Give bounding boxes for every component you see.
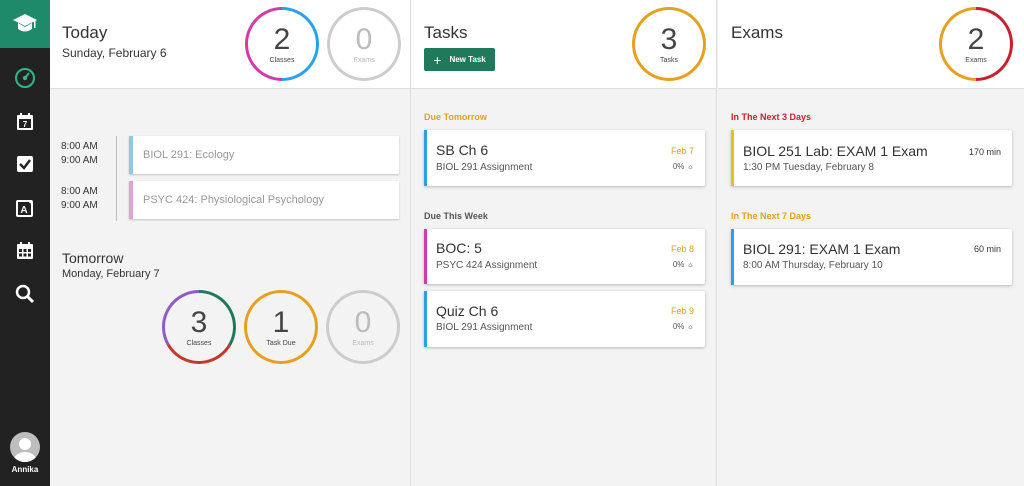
progress-icon: ☼: [686, 162, 694, 171]
task-title: Quiz Ch 6: [436, 303, 499, 319]
task-subtitle: PSYC 424 Assignment: [436, 260, 538, 271]
exam-title: BIOL 291: EXAM 1 Exam: [743, 241, 901, 257]
search-icon[interactable]: [0, 276, 50, 312]
today-column: Today Sunday, February 6 2 Classes 0 Exams…: [50, 0, 411, 486]
exam-card[interactable]: BIOL 251 Lab: EXAM 1 Exam 1:30 PM Tuesda…: [731, 130, 1012, 186]
progress-icon: ☼: [686, 322, 694, 331]
tomorrow-exams-count: 0: [354, 305, 372, 339]
tasks-count-ring[interactable]: 3 Tasks: [632, 7, 706, 81]
today-exams-ring[interactable]: 0 Exams: [327, 7, 401, 81]
timeline-line: [116, 136, 117, 221]
plus-icon: +: [433, 51, 442, 68]
class-name: PSYC 424: Physiological Psychology: [143, 194, 324, 206]
avatar[interactable]: [10, 432, 40, 462]
today-classes-count: 2: [273, 22, 291, 56]
class-card[interactable]: BIOL 291: Ecology: [129, 136, 399, 174]
section-label: In The Next 3 Days: [731, 112, 812, 122]
task-title: BOC: 5: [436, 240, 482, 256]
exams-count-label: Exams: [965, 56, 987, 64]
tasks-count-label: Tasks: [660, 56, 678, 64]
tomorrow-tasks-count: 1: [272, 305, 290, 339]
tasks-count: 3: [660, 22, 678, 56]
exam-card[interactable]: BIOL 291: EXAM 1 Exam 8:00 AM Thursday, …: [731, 229, 1012, 285]
section-label: Due Tomorrow: [424, 112, 487, 122]
task-subtitle: BIOL 291 Assignment: [436, 162, 533, 173]
task-progress: 0% ☼: [672, 322, 694, 331]
tomorrow-exams-ring[interactable]: 0 Exams: [326, 290, 400, 364]
sidebar: 7 A + Annika: [0, 0, 50, 486]
new-task-button[interactable]: + New Task: [424, 48, 495, 71]
tomorrow-date: Monday, February 7: [62, 268, 160, 280]
tomorrow-exams-label: Exams: [352, 339, 374, 347]
exam-time: 1:30 PM Tuesday, February 8: [743, 162, 874, 173]
calendar-day-icon[interactable]: 7: [0, 104, 50, 140]
exam-duration: 170 min: [968, 147, 1001, 157]
task-due: Feb 8: [670, 244, 694, 254]
exam-duration: 60 min: [973, 244, 1001, 254]
section-label: Due This Week: [424, 211, 488, 221]
exam-title: BIOL 251 Lab: EXAM 1 Exam: [743, 143, 928, 159]
task-subtitle: BIOL 291 Assignment: [436, 322, 533, 333]
tomorrow-classes-label: Classes: [186, 339, 212, 347]
new-task-label: New Task: [449, 55, 486, 64]
tasks-title: Tasks: [424, 23, 468, 42]
today-header: Today Sunday, February 6 2 Classes 0 Exams: [50, 0, 410, 89]
app: 7 A + Annika Today Sunday, February 6 2 Cl…: [0, 0, 1024, 486]
task-due: Feb 7: [670, 146, 694, 156]
tomorrow-classes-ring[interactable]: 3 Classes: [162, 290, 236, 364]
tomorrow-tasks-label: Task Due: [266, 339, 296, 347]
today-exams-label: Exams: [353, 56, 375, 64]
task-card[interactable]: BOC: 5 PSYC 424 Assignment Feb 8 0% ☼: [424, 229, 705, 284]
exams-count: 2: [967, 22, 985, 56]
progress-icon: ☼: [686, 260, 694, 269]
task-title: SB Ch 6: [436, 142, 489, 158]
user-name: Annika: [11, 465, 39, 474]
exams-title: Exams: [731, 23, 783, 42]
tomorrow-tasks-ring[interactable]: 1 Task Due: [244, 290, 318, 364]
calendar-grid-icon[interactable]: [0, 233, 50, 269]
tomorrow-title: Tomorrow: [62, 250, 124, 266]
tasks-header: Tasks + New Task 3 Tasks: [411, 0, 716, 89]
task-progress: 0% ☼: [672, 260, 694, 269]
tasks-column: Tasks + New Task 3 Tasks Due Tomorrow SB C…: [411, 0, 717, 486]
today-date: Sunday, February 6: [62, 46, 167, 60]
task-card[interactable]: SB Ch 6 BIOL 291 Assignment Feb 7 0% ☼: [424, 130, 705, 186]
checkbox-icon[interactable]: [0, 146, 50, 182]
today-exams-count: 0: [355, 22, 373, 56]
today-title: Today: [62, 23, 108, 42]
exam-time: 8:00 AM Thursday, February 10: [743, 260, 883, 271]
svg-text:7: 7: [23, 120, 28, 129]
tomorrow-classes-count: 3: [190, 305, 208, 339]
svg-text:A: A: [20, 205, 27, 216]
exam-icon[interactable]: A +: [0, 190, 50, 226]
today-classes-label: Classes: [269, 56, 295, 64]
svg-text:+: +: [29, 200, 33, 207]
class-card[interactable]: PSYC 424: Physiological Psychology: [129, 181, 399, 219]
task-due: Feb 9: [670, 306, 694, 316]
exams-count-ring[interactable]: 2 Exams: [939, 7, 1013, 81]
today-classes-ring[interactable]: 2 Classes: [245, 7, 319, 81]
class-name: BIOL 291: Ecology: [143, 149, 235, 161]
graduation-cap-icon[interactable]: [0, 0, 50, 48]
exams-column: Exams 2 Exams In The Next 3 Days BIOL 251…: [718, 0, 1024, 486]
task-card[interactable]: Quiz Ch 6 BIOL 291 Assignment Feb 9 0% ☼: [424, 291, 705, 347]
section-label: In The Next 7 Days: [731, 211, 812, 221]
task-progress: 0% ☼: [672, 162, 694, 171]
user-profile[interactable]: Annika: [0, 432, 50, 482]
exams-header: Exams 2 Exams: [718, 0, 1024, 89]
dashboard-icon[interactable]: [0, 60, 50, 96]
schedule-time: 8:00 AM 9:00 AM: [61, 186, 98, 211]
schedule-time: 8:00 AM 9:00 AM: [61, 141, 98, 166]
